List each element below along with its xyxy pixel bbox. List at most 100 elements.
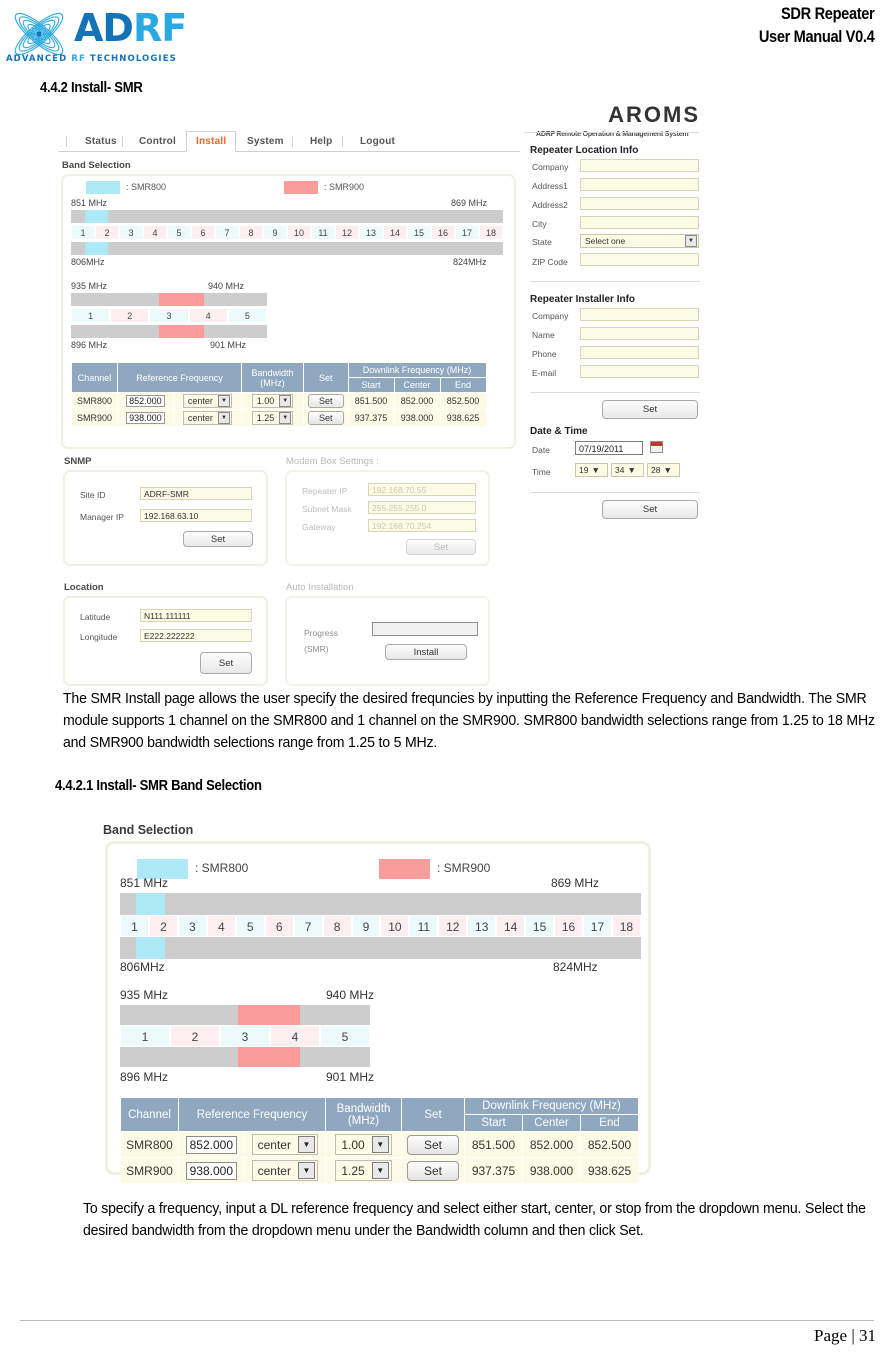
location-info-address2-input[interactable] [580,197,699,210]
channel-cell-3[interactable]: 3 [220,1025,270,1047]
channel-cell-6[interactable]: 6 [264,915,294,937]
location-info-city-input[interactable] [580,216,699,229]
channel-cell-8[interactable]: 8 [322,915,352,937]
channel-cell-7[interactable]: 7 [293,915,323,937]
installer-info-company-input[interactable] [580,308,699,321]
state-select[interactable]: Select one ▼ [580,234,699,248]
channel-cell-9[interactable]: 9 [263,225,287,240]
channel-cell-5[interactable]: 5 [167,225,191,240]
channel-cell-2[interactable]: 2 [170,1025,220,1047]
channel-cell-4[interactable]: 4 [143,225,167,240]
bandwidth-select[interactable]: 1.00 ▼ [251,394,294,408]
channel-cell-8[interactable]: 8 [239,225,263,240]
channel-cell-3[interactable]: 3 [119,225,143,240]
ref-mode-select[interactable]: center ▼ [251,1160,318,1181]
set-button[interactable]: Set [407,1134,460,1155]
channel-cell-14[interactable]: 14 [383,225,407,240]
nav-tab-system[interactable]: System [238,132,293,151]
ref-mode-select[interactable]: center ▼ [251,1134,318,1155]
channel-cell-13[interactable]: 13 [359,225,383,240]
calendar-icon[interactable] [650,441,663,453]
channel-cell-6[interactable]: 6 [191,225,215,240]
ref-freq-input[interactable]: 938.000 [126,412,165,424]
channel-cell-11[interactable]: 11 [311,225,335,240]
installer-info-name-input[interactable] [580,327,699,340]
smr900-channel-row[interactable]: 12345 [71,308,267,323]
channel-cell-15[interactable]: 15 [407,225,431,240]
set-button[interactable]: Set [407,1160,460,1181]
ref-mode-select[interactable]: center ▼ [182,394,232,408]
ref-freq-input[interactable]: 852.000 [185,1135,237,1154]
nav-tab-install[interactable]: Install [186,131,237,152]
channel-cell-18[interactable]: 18 [611,915,641,937]
channel-cell-14[interactable]: 14 [496,915,526,937]
nav-tab-logout[interactable]: Logout [351,132,404,151]
channel-cell-3[interactable]: 3 [149,308,189,323]
ref-freq-input[interactable]: 938.000 [185,1161,237,1180]
zip-code-input[interactable] [580,253,699,266]
channel-cell-16[interactable]: 16 [431,225,455,240]
latitude-input[interactable]: N111.111111 [140,609,252,622]
channel-cell-4[interactable]: 4 [206,915,236,937]
channel-cell-4[interactable]: 4 [270,1025,320,1047]
channel-cell-1[interactable]: 1 [120,1025,170,1047]
channel-cell-18[interactable]: 18 [479,225,503,240]
bandwidth-select[interactable]: 1.00 ▼ [335,1134,392,1155]
ref-mode-select[interactable]: center ▼ [182,411,232,425]
channel-cell-9[interactable]: 9 [351,915,381,937]
smr800-channel-row[interactable]: 1 2 3 4 5 6 7 8 9 10 11 12 13 14 15 16 17 18 [71,225,503,240]
smr800-channel-row-big[interactable]: 1 2 3 4 5 6 7 8 9 10 11 12 13 14 15 16 17 18 [120,915,641,937]
snmp-set-button[interactable]: Set [183,531,253,547]
modem-subnet-mask-input[interactable]: 255.255.255.0 [368,501,476,514]
snmp-manager-ip-input[interactable]: 192.168.63.10 [140,509,252,522]
channel-cell-12[interactable]: 12 [335,225,359,240]
channel-cell-12[interactable]: 12 [438,915,468,937]
channel-cell-13[interactable]: 13 [467,915,497,937]
ref-freq-input[interactable]: 852.000 [126,395,165,407]
channel-cell-11[interactable]: 11 [409,915,439,937]
location-info-address1-input[interactable] [580,178,699,191]
time-minute-select[interactable]: 34 ▼ [611,463,644,477]
set-button[interactable]: Set [308,411,344,425]
modem-repeater-ip-input[interactable]: 192.168.70.55 [368,483,476,496]
channel-cell-5[interactable]: 5 [227,308,267,323]
channel-cell-4[interactable]: 4 [188,308,228,323]
modem-set-button[interactable]: Set [406,539,476,555]
snmp-site-id-input[interactable]: ADRF-SMR [140,487,252,500]
bandwidth-select[interactable]: 1.25 ▼ [335,1160,392,1181]
installer-info-set-button[interactable]: Set [602,400,698,419]
channel-cell-17[interactable]: 17 [583,915,612,937]
nav-tab-control[interactable]: Control [130,132,185,151]
location-info-company-input[interactable] [580,159,699,172]
channel-cell-10[interactable]: 10 [380,915,410,937]
channel-cell-1[interactable]: 1 [71,225,95,240]
date-input[interactable]: 07/19/2011 [575,441,643,455]
time-second-select[interactable]: 28 ▼ [647,463,680,477]
date-time-set-button[interactable]: Set [602,500,698,519]
set-button[interactable]: Set [308,394,344,408]
channel-cell-7[interactable]: 7 [215,225,239,240]
channel-cell-3[interactable]: 3 [177,915,207,937]
auto-install-button[interactable]: Install [385,644,467,660]
channel-cell-1[interactable]: 1 [71,308,111,323]
channel-cell-2[interactable]: 2 [95,225,119,240]
channel-cell-16[interactable]: 16 [554,915,583,937]
location-set-button[interactable]: Set [200,652,252,674]
channel-cell-5[interactable]: 5 [235,915,265,937]
channel-cell-15[interactable]: 15 [525,915,555,937]
channel-cell-5[interactable]: 5 [320,1025,370,1047]
smr900-channel-row-big[interactable]: 12345 [120,1025,370,1047]
installer-info-e-mail-input[interactable] [580,365,699,378]
channel-cell-17[interactable]: 17 [455,225,479,240]
channel-cell-10[interactable]: 10 [287,225,311,240]
channel-cell-2[interactable]: 2 [148,915,178,937]
channel-cell-1[interactable]: 1 [120,915,149,937]
channel-cell-2[interactable]: 2 [110,308,150,323]
modem-gateway-input[interactable]: 192.168.70.254 [368,519,476,532]
installer-info-phone-input[interactable] [580,346,699,359]
nav-tab-help[interactable]: Help [301,132,341,151]
bandwidth-select[interactable]: 1.25 ▼ [251,411,294,425]
time-hour-select[interactable]: 19 ▼ [575,463,608,477]
longitude-input[interactable]: E222.222222 [140,629,252,642]
nav-tab-status[interactable]: Status [76,132,126,151]
